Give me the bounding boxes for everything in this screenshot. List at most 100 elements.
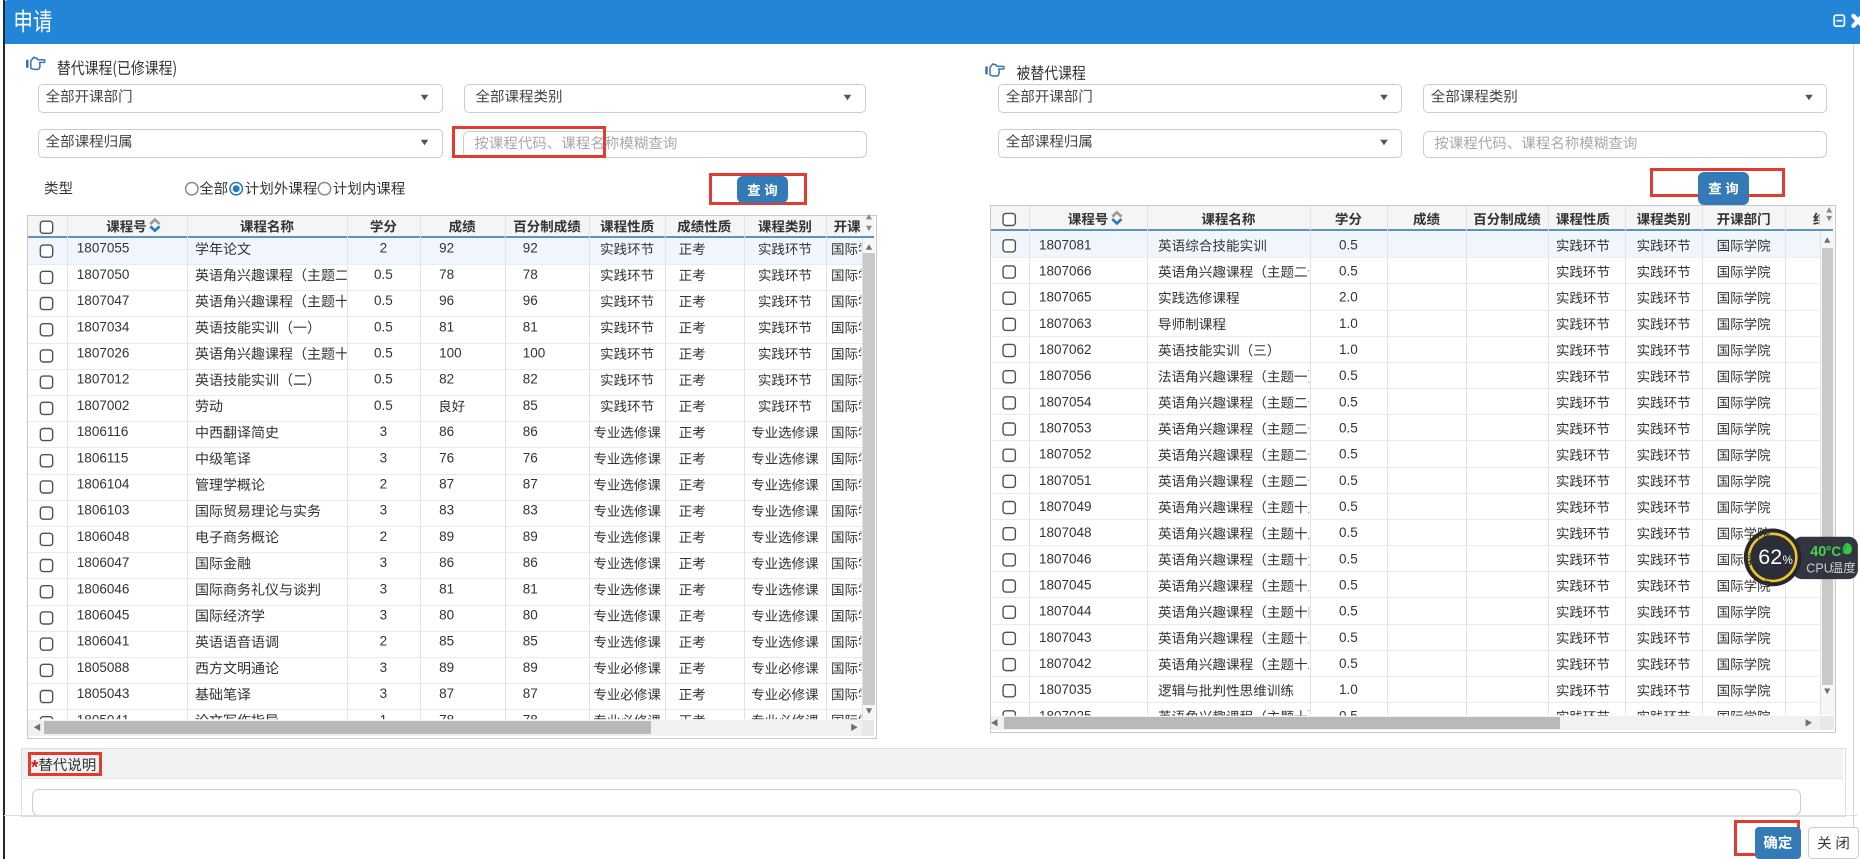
svg-text:0.5: 0.5 (1339, 551, 1358, 566)
svg-text:1806104: 1806104 (77, 477, 130, 492)
svg-text:0.5: 0.5 (1339, 708, 1358, 723)
svg-text:*: * (31, 758, 39, 779)
svg-text:1806041: 1806041 (77, 634, 130, 649)
svg-text:78: 78 (523, 712, 538, 727)
svg-text:81: 81 (523, 319, 538, 334)
svg-text:1807049: 1807049 (1039, 499, 1092, 514)
svg-text:1807055: 1807055 (77, 241, 130, 256)
svg-text:81: 81 (439, 319, 454, 334)
svg-text:2: 2 (380, 634, 388, 649)
svg-text:0.5: 0.5 (1339, 421, 1358, 436)
svg-text:1807066: 1807066 (1039, 264, 1092, 279)
svg-text:62: 62 (1758, 545, 1782, 569)
svg-text:1807048: 1807048 (1039, 525, 1092, 540)
svg-text:76: 76 (523, 450, 538, 465)
svg-text:1807047: 1807047 (77, 293, 130, 308)
svg-text:0.5: 0.5 (1339, 473, 1358, 488)
svg-text:81: 81 (523, 581, 538, 596)
svg-text:89: 89 (439, 529, 454, 544)
svg-text:1807063: 1807063 (1039, 316, 1092, 331)
svg-text:78: 78 (439, 712, 454, 727)
svg-text:3: 3 (380, 608, 388, 623)
svg-text:1807062: 1807062 (1039, 342, 1092, 357)
svg-text:1807052: 1807052 (1039, 447, 1092, 462)
svg-text:1.0: 1.0 (1339, 316, 1358, 331)
svg-text:3: 3 (380, 424, 388, 439)
svg-text:85: 85 (523, 634, 538, 649)
svg-text:1807051: 1807051 (1039, 473, 1092, 488)
svg-text:80: 80 (523, 608, 538, 623)
svg-text:1807053: 1807053 (1039, 421, 1092, 436)
svg-text:1807044: 1807044 (1039, 604, 1092, 619)
svg-text:87: 87 (523, 686, 538, 701)
svg-text:82: 82 (439, 372, 454, 387)
svg-text:92: 92 (439, 241, 454, 256)
svg-text:85: 85 (439, 634, 454, 649)
svg-text:87: 87 (439, 686, 454, 701)
svg-text:78: 78 (439, 267, 454, 282)
svg-text:40: 40 (1810, 544, 1826, 560)
svg-text:1: 1 (380, 712, 388, 727)
svg-text:89: 89 (523, 529, 538, 544)
svg-text:78: 78 (523, 267, 538, 282)
svg-text:86: 86 (439, 555, 454, 570)
svg-text:0.5: 0.5 (1339, 237, 1358, 252)
svg-text:0.5: 0.5 (1339, 630, 1358, 645)
svg-text:1805088: 1805088 (77, 660, 130, 675)
svg-text:0.5: 0.5 (1339, 447, 1358, 462)
svg-text:2.0: 2.0 (1339, 290, 1358, 305)
svg-text:3: 3 (380, 555, 388, 570)
svg-text:1807002: 1807002 (77, 398, 130, 413)
svg-text:1806048: 1806048 (77, 529, 130, 544)
svg-text:0.5: 0.5 (1339, 499, 1358, 514)
svg-text:1807025: 1807025 (1039, 708, 1092, 723)
svg-text:1806116: 1806116 (77, 424, 129, 439)
svg-text:0.5: 0.5 (374, 319, 393, 334)
svg-text:1805043: 1805043 (77, 686, 130, 701)
svg-text:3: 3 (380, 503, 388, 518)
svg-text:86: 86 (523, 424, 538, 439)
svg-text:0.5: 0.5 (374, 267, 393, 282)
svg-text:83: 83 (439, 503, 454, 518)
svg-text:2: 2 (380, 529, 388, 544)
svg-text:0.5: 0.5 (1339, 264, 1358, 279)
svg-text:1805041: 1805041 (77, 712, 130, 727)
svg-text:0.5: 0.5 (1339, 368, 1358, 383)
svg-text:86: 86 (523, 555, 538, 570)
svg-text:82: 82 (523, 372, 538, 387)
svg-text:1.0: 1.0 (1339, 342, 1358, 357)
svg-text:1806103: 1806103 (77, 503, 130, 518)
svg-text:2: 2 (380, 241, 388, 256)
svg-text:96: 96 (439, 293, 454, 308)
svg-text:0.5: 0.5 (1339, 604, 1358, 619)
svg-text:87: 87 (439, 477, 454, 492)
svg-text:0.5: 0.5 (374, 372, 393, 387)
svg-text:0.5: 0.5 (1339, 578, 1358, 593)
svg-text:1807012: 1807012 (77, 372, 130, 387)
svg-text:83: 83 (523, 503, 538, 518)
svg-text:96: 96 (523, 293, 538, 308)
svg-text:1.0: 1.0 (1339, 682, 1358, 697)
svg-text:0.5: 0.5 (374, 398, 393, 413)
svg-text:3: 3 (380, 660, 388, 675)
svg-text:1806045: 1806045 (77, 608, 130, 623)
svg-text:3: 3 (380, 450, 388, 465)
svg-text:0.5: 0.5 (1339, 656, 1358, 671)
svg-text:2: 2 (380, 477, 388, 492)
svg-text:1806046: 1806046 (77, 581, 130, 596)
svg-text:%: % (1783, 555, 1793, 567)
svg-text:87: 87 (523, 477, 538, 492)
svg-text:1807056: 1807056 (1039, 368, 1092, 383)
svg-text:1807046: 1807046 (1039, 551, 1092, 566)
svg-text:°C: °C (1826, 544, 1841, 559)
svg-text:1807043: 1807043 (1039, 630, 1092, 645)
svg-text:1807035: 1807035 (1039, 682, 1092, 697)
svg-text:100: 100 (439, 346, 462, 361)
svg-text:1807026: 1807026 (77, 346, 130, 361)
svg-text:0.5: 0.5 (1339, 525, 1358, 540)
svg-text:86: 86 (439, 424, 454, 439)
svg-text:1807050: 1807050 (77, 267, 130, 282)
svg-text:76: 76 (439, 450, 454, 465)
svg-text:3: 3 (380, 581, 388, 596)
svg-text:80: 80 (439, 608, 454, 623)
